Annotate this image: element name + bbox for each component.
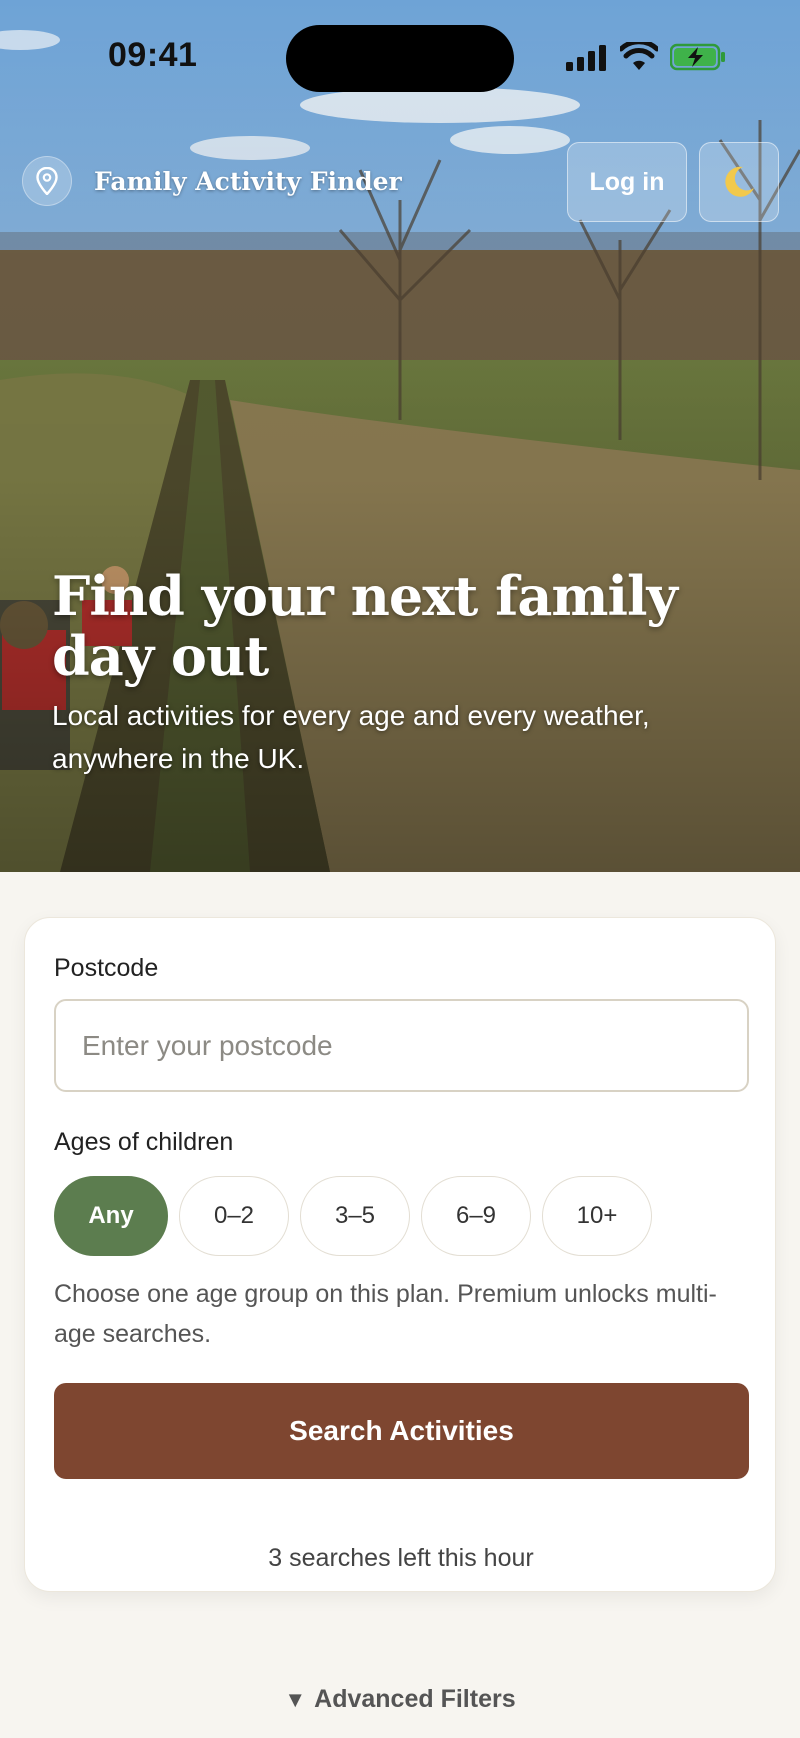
age-chip-3-5[interactable]: 3–5 — [300, 1176, 410, 1256]
status-bar: 09:41 — [0, 0, 800, 110]
advanced-filters-label: Advanced Filters — [314, 1685, 516, 1713]
search-activities-button[interactable]: Search Activities — [54, 1383, 749, 1479]
search-card: Postcode Ages of children Any 0–2 3–5 6–… — [24, 917, 776, 1592]
age-chip-10-plus[interactable]: 10+ — [542, 1176, 652, 1256]
age-chips: Any 0–2 3–5 6–9 10+ — [54, 1176, 663, 1256]
ages-label: Ages of children — [54, 1128, 234, 1156]
brand-title: Family Activity Finder — [94, 166, 402, 196]
hero-subtitle: Local activities for every age and every… — [52, 700, 650, 774]
age-chip-0-2[interactable]: 0–2 — [179, 1176, 289, 1256]
login-button[interactable]: Log in — [567, 142, 687, 222]
hero-title: Find your next family day out — [52, 564, 678, 688]
status-time: 09:41 — [108, 36, 198, 74]
location-pin-icon — [22, 156, 72, 206]
dynamic-island — [286, 25, 514, 92]
age-chip-6-9[interactable]: 6–9 — [421, 1176, 531, 1256]
theme-toggle-button[interactable] — [699, 142, 779, 222]
battery-charging-icon — [670, 43, 725, 71]
wifi-icon — [620, 42, 658, 70]
searches-remaining: 3 searches left this hour — [268, 1544, 534, 1572]
postcode-label: Postcode — [54, 954, 159, 982]
caret-down-icon: ▼ — [284, 1686, 307, 1712]
moon-icon — [725, 166, 754, 197]
brand[interactable]: Family Activity Finder — [22, 156, 402, 206]
age-chip-any[interactable]: Any — [54, 1176, 168, 1256]
hero-section: 09:41 Family Activity Finder Log in Find… — [0, 0, 800, 872]
postcode-input[interactable] — [54, 999, 749, 1092]
plan-hint: Choose one age group on this plan. Premi… — [54, 1280, 717, 1348]
cellular-signal-icon — [566, 45, 606, 71]
hero-text: Find your next family day out Local acti… — [52, 566, 752, 780]
advanced-filters-toggle[interactable]: ▼ Advanced Filters — [0, 1685, 800, 1714]
